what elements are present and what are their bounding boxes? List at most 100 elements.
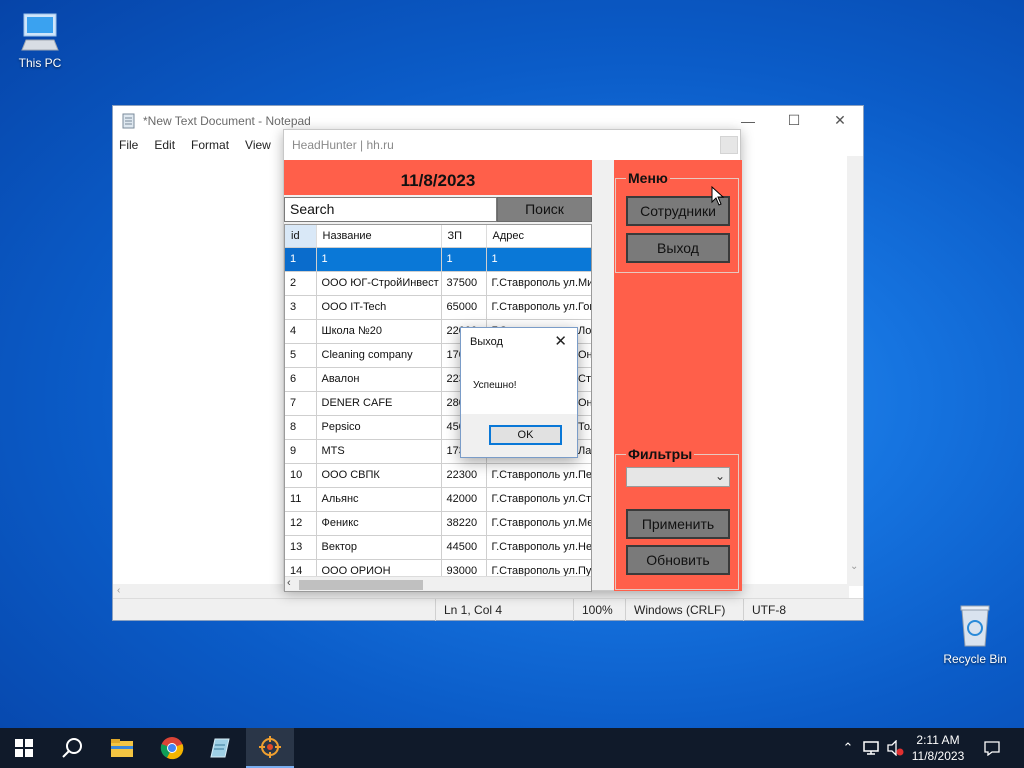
menu-view[interactable]: View [245,138,271,152]
cell-address[interactable]: Г.Ставрополь ул.Мир [486,271,591,296]
chevron-down-icon: ⌄ [714,469,725,483]
cell-id[interactable]: 6 [285,367,317,392]
exit-button[interactable]: Выход [626,233,730,263]
table-row[interactable]: 1111 [285,247,591,272]
status-position: Ln 1, Col 4 [435,599,575,621]
cell-name[interactable]: Авалон [316,367,442,392]
hh-close-button[interactable] [720,136,738,154]
cell-address[interactable]: 1 [486,247,591,272]
start-button[interactable] [0,728,48,768]
notepad-taskbar-button[interactable] [196,728,244,768]
table-row[interactable]: 12 Феникс 38220 Г.Ставрополь ул.Мел [285,511,591,536]
volume-muted-icon [887,740,904,756]
show-hidden-icons-button[interactable]: ⌃ [838,728,858,768]
table-row[interactable]: 3 ООО IT-Tech 65000 Г.Ставрополь ул.Гог [285,295,591,320]
cell-salary[interactable]: 42000 [441,487,487,512]
mouse-cursor-icon [711,186,725,206]
grid-scroll-thumb[interactable] [299,580,423,590]
cell-salary[interactable]: 65000 [441,295,487,320]
chrome-icon [160,737,184,760]
menu-format[interactable]: Format [191,138,229,152]
cell-name[interactable]: DENER CAFE [316,391,442,416]
column-header-address[interactable]: Адрес [486,225,591,248]
cell-id[interactable]: 13 [285,535,317,560]
cell-id[interactable]: 4 [285,319,317,344]
close-button[interactable]: ✕ [817,106,863,135]
search-input[interactable]: Search [284,197,497,222]
column-header-name[interactable]: Название [316,225,442,248]
cell-name[interactable]: Феникс [316,511,442,536]
cell-name[interactable]: Cleaning company [316,343,442,368]
chrome-button[interactable] [148,728,196,768]
cell-salary[interactable]: 44500 [441,535,487,560]
cell-salary[interactable]: 22300 [441,463,487,488]
this-pc-label: This PC [18,56,62,70]
cell-id[interactable]: 3 [285,295,317,320]
cell-name[interactable]: Pepsico [316,415,442,440]
cell-id[interactable]: 11 [285,487,317,512]
cell-name[interactable]: ООО СВПК [316,463,442,488]
cell-id[interactable]: 12 [285,511,317,536]
headhunter-taskbar-button[interactable] [246,728,294,768]
table-row[interactable]: 10 ООО СВПК 22300 Г.Ставрополь ул.Пен [285,463,591,488]
cell-id[interactable]: 8 [285,415,317,440]
cell-address[interactable]: Г.Ставрополь ул.Нес [486,535,591,560]
ok-button[interactable]: OK [489,425,562,445]
column-header-id[interactable]: id [285,225,317,248]
file-explorer-button[interactable] [98,728,146,768]
grid-horizontal-scrollbar[interactable]: ‹ [285,576,591,591]
network-button[interactable] [860,728,882,768]
cell-name[interactable]: MTS [316,439,442,464]
cell-address[interactable]: Г.Ставрополь ул.Гог [486,295,591,320]
refresh-button[interactable]: Обновить [626,545,730,575]
cell-address[interactable]: Г.Ставрополь ул.Мел [486,511,591,536]
dialog-close-icon[interactable]: ✕ [554,328,567,356]
desktop-icon-recycle-bin[interactable]: Recycle Bin [937,600,1013,666]
cell-name[interactable]: Школа №20 [316,319,442,344]
dialog-title: Выход [470,336,503,348]
cell-name[interactable]: Вектор [316,535,442,560]
notepad-icon [210,738,230,758]
chevron-up-icon: ⌃ [842,740,854,755]
desktop-icon-this-pc[interactable]: This PC [2,10,78,70]
cell-name[interactable]: Альянс [316,487,442,512]
cell-salary[interactable]: 37500 [441,271,487,296]
column-header-salary[interactable]: ЗП [441,225,487,248]
search-taskbar-button[interactable] [48,728,96,768]
cell-name[interactable]: ООО ЮГ-СтройИнвест [316,271,442,296]
cell-address[interactable]: Г.Ставрополь ул.Пен [486,463,591,488]
hh-titlebar[interactable]: HeadHunter | hh.ru [284,130,740,160]
cell-id[interactable]: 7 [285,391,317,416]
notifications-button[interactable] [978,728,1006,768]
cell-salary[interactable]: 1 [441,247,487,272]
cell-name[interactable]: 1 [316,247,442,272]
scroll-left-icon: ‹ [117,585,121,596]
maximize-button[interactable]: ☐ [771,106,817,135]
dialog-message: Успешно! [473,380,517,391]
cell-id[interactable]: 10 [285,463,317,488]
dialog-titlebar[interactable]: Выход ✕ [461,328,577,356]
cell-id[interactable]: 5 [285,343,317,368]
cell-id[interactable]: 9 [285,439,317,464]
notepad-title: *New Text Document - Notepad [143,113,311,128]
cell-id[interactable]: 2 [285,271,317,296]
cell-address[interactable]: Г.Ставрополь ул.Сте [486,487,591,512]
minimize-icon: — [741,112,755,129]
table-row[interactable]: 2 ООО ЮГ-СтройИнвест 37500 Г.Ставрополь ул.… [285,271,591,296]
notepad-statusbar: Ln 1, Col 4 100% Windows (CRLF) UTF-8 [113,598,863,621]
table-row[interactable]: 13 Вектор 44500 Г.Ставрополь ул.Нес [285,535,591,560]
menu-file[interactable]: File [119,138,138,152]
menu-edit[interactable]: Edit [154,138,175,152]
volume-button[interactable] [884,728,906,768]
filter-select[interactable]: ⌄ [626,467,730,487]
table-row[interactable]: 11 Альянс 42000 Г.Ставрополь ул.Сте [285,487,591,512]
cell-name[interactable]: ООО IT-Tech [316,295,442,320]
filters-group: Фильтры ⌄ Применить Обновить [615,446,739,590]
scroll-down-icon: ⌄ [850,561,859,572]
cell-id[interactable]: 1 [285,247,317,272]
system-clock[interactable]: 2:11 AM 11/8/2023 [906,732,970,764]
search-button[interactable]: Поиск [497,197,592,222]
apply-button[interactable]: Применить [626,509,730,539]
notepad-vertical-scrollbar[interactable]: ⌄ [847,156,863,586]
cell-salary[interactable]: 38220 [441,511,487,536]
